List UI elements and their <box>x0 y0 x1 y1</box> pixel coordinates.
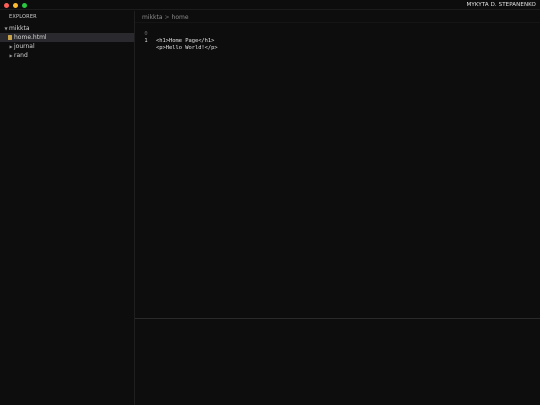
user-name: MYKYTA D. STEPANENKO <box>466 2 536 8</box>
tree-item-label: rand <box>14 52 28 59</box>
tree-item-label: journal <box>14 43 35 50</box>
explorer-title: EXPLORER <box>9 14 37 20</box>
minimize-window-button[interactable] <box>13 3 18 8</box>
breadcrumb: mikkta > home <box>142 13 189 22</box>
divider <box>135 22 540 23</box>
breadcrumb-separator: > <box>164 14 170 21</box>
tree-item-home-html[interactable]: home.html <box>0 33 134 42</box>
line-number: 1 <box>144 38 148 44</box>
code-editor[interactable]: mikkta > home 0 <h1>Home Page</h1> 1 <p>He… <box>135 11 540 318</box>
maximize-window-button[interactable] <box>22 3 27 8</box>
code-text[interactable]: <p>Hello World!</p> <box>156 45 218 52</box>
tree-item-journal[interactable]: ▶journal <box>8 42 35 51</box>
tree-item-label: home.html <box>14 34 47 41</box>
explorer-sidebar: EXPLORER ▼mikkta home.html ▶journal ▶ran… <box>0 11 135 405</box>
tree-root-folder[interactable]: ▼mikkta <box>3 24 133 33</box>
breadcrumb-item[interactable]: home <box>172 14 189 21</box>
code-line[interactable]: 1 <p>Hello World!</p> <box>135 31 217 51</box>
code-line[interactable]: 0 <h1>Home Page</h1> <box>135 24 214 44</box>
close-window-button[interactable] <box>4 3 9 8</box>
title-bar: MYKYTA D. STEPANENKO <box>0 0 540 10</box>
tree-item-rand[interactable]: ▶rand <box>8 51 28 60</box>
bottom-panel[interactable] <box>135 318 540 405</box>
breadcrumb-item[interactable]: mikkta <box>142 14 163 21</box>
html-file-icon <box>8 35 12 40</box>
code-text[interactable]: <h1>Home Page</h1> <box>156 38 214 45</box>
tree-root-label: mikkta <box>9 25 30 32</box>
